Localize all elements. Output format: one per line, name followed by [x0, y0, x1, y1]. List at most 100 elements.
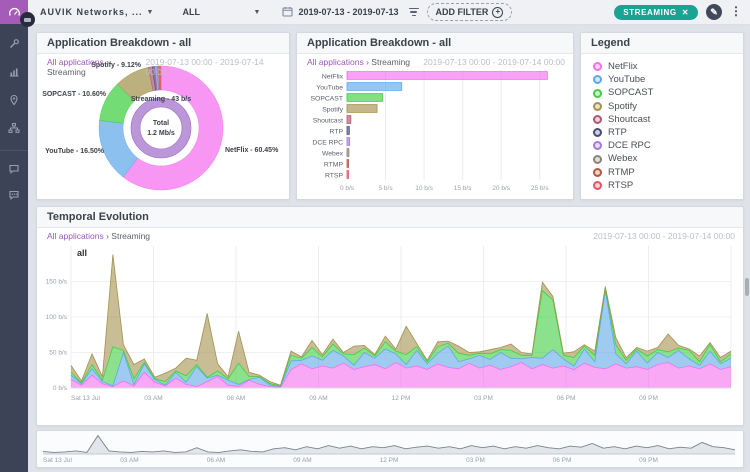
bar-chart[interactable]: 0 b/s5 b/s10 b/s15 b/s20 b/s25 b/sNetFli…: [297, 68, 571, 198]
breadcrumb-link-all-applications[interactable]: All applications: [47, 231, 104, 241]
legend-label: Shoutcast: [608, 113, 650, 126]
panel-application-breakdown-donut: Application Breakdown - all All applicat…: [36, 32, 290, 200]
legend-item-rtp[interactable]: RTP: [593, 126, 731, 139]
sidebar-item-tools[interactable]: [0, 32, 28, 56]
sidebar-collapse-button[interactable]: [20, 12, 35, 27]
legend-marker: [593, 181, 602, 190]
scrollbar-thumb[interactable]: [745, 278, 749, 296]
calendar-icon: [282, 6, 293, 19]
gauge-icon: [8, 6, 21, 19]
panel-temporal-evolution: Temporal Evolution All applications › St…: [36, 206, 744, 426]
legend-marker: [593, 141, 602, 150]
svg-text:RTP: RTP: [330, 128, 344, 135]
breadcrumb-separator: ›: [106, 231, 109, 241]
sidebar-item-reports[interactable]: [0, 60, 28, 84]
legend-item-youtube[interactable]: YouTube: [593, 73, 731, 86]
legend-marker: [593, 62, 602, 71]
panel-date-range: 2019-07-13 00:00 - 2019-07-14 00:00: [593, 231, 735, 241]
donut-slice-rtsp: [160, 66, 161, 90]
svg-text:RTMP: RTMP: [324, 161, 344, 168]
breadcrumb-current: Streaming: [111, 231, 150, 241]
collapse-icon: [24, 18, 31, 22]
chevron-down-icon: ▼: [254, 9, 261, 16]
svg-text:NetFlix: NetFlix: [322, 73, 344, 80]
chip-close-icon[interactable]: ✕: [682, 8, 689, 17]
svg-text:06 AM: 06 AM: [207, 457, 225, 464]
breadcrumb-link-all-applications[interactable]: All applications: [307, 57, 364, 67]
panel-range-selector: Sat 13 Jul03 AM06 AM09 AM12 PM03 PM06 PM…: [36, 430, 744, 468]
sidebar-item-chat[interactable]: [0, 157, 28, 181]
legend-item-rtmp[interactable]: RTMP: [593, 166, 731, 179]
bar-rtmp: [347, 160, 349, 168]
legend-marker: [593, 168, 602, 177]
legend-label: NetFlix: [608, 60, 638, 73]
edit-dashboard-button[interactable]: ✎: [706, 4, 722, 20]
sidebar-item-topology[interactable]: [0, 116, 28, 140]
svg-text:SOPCAST: SOPCAST: [311, 95, 343, 102]
panel-title: Legend: [581, 33, 743, 54]
legend-item-dce-rpc[interactable]: DCE RPC: [593, 139, 731, 152]
legend-label: RTSP: [608, 179, 633, 192]
breadcrumb: All applications › Streaming: [47, 231, 150, 241]
range-selector-chart[interactable]: Sat 13 Jul03 AM06 AM09 AM12 PM03 PM06 PM…: [37, 431, 741, 465]
panel-legend: Legend NetFlixYouTubeSOPCASTSpotifyShout…: [580, 32, 744, 200]
filter-chip-streaming[interactable]: STREAMING ✕: [614, 5, 698, 20]
bar-shoutcast: [347, 116, 351, 124]
legend-marker: [593, 115, 602, 124]
svg-text:all: all: [77, 248, 87, 258]
legend-item-netflix[interactable]: NetFlix: [593, 60, 731, 73]
sidebar-divider: [0, 150, 28, 151]
more-menu-button[interactable]: ⋮: [730, 8, 742, 15]
panel-application-breakdown-bars: Application Breakdown - all All applicat…: [296, 32, 574, 200]
svg-text:03 PM: 03 PM: [474, 395, 493, 402]
svg-text:Sat 13 Jul: Sat 13 Jul: [43, 457, 72, 464]
svg-text:50 b/s: 50 b/s: [49, 350, 67, 357]
panel-title: Application Breakdown - all: [297, 33, 573, 54]
date-range-picker[interactable]: 2019-07-13 - 2019-07-13: [282, 6, 398, 19]
svg-text:RTSP: RTSP: [325, 172, 343, 179]
svg-text:1.2 Mb/s: 1.2 Mb/s: [147, 130, 175, 137]
network-selector[interactable]: AUVIK Networks, ... ▼: [40, 7, 154, 17]
legend-list: NetFlixYouTubeSOPCASTSpotifyShoutcastRTP…: [581, 60, 743, 192]
legend-item-webex[interactable]: Webex: [593, 152, 731, 165]
legend-item-rtsp[interactable]: RTSP: [593, 179, 731, 192]
svg-text:12 PM: 12 PM: [380, 457, 399, 464]
breadcrumb-link-all-applications[interactable]: All applications: [47, 57, 104, 67]
svg-text:09 PM: 09 PM: [639, 395, 658, 402]
donut-chart[interactable]: Streaming - 43 b/sTotal1.2 Mb/sNetFlix -…: [37, 54, 287, 199]
legend-item-sopcast[interactable]: SOPCAST: [593, 86, 731, 99]
legend-label: DCE RPC: [608, 139, 651, 152]
date-range-label: 2019-07-13 - 2019-07-13: [298, 7, 398, 17]
svg-text:Streaming - 43 b/s: Streaming - 43 b/s: [131, 96, 191, 103]
bar-rtsp: [347, 171, 349, 179]
svg-text:Sat 13 Jul: Sat 13 Jul: [71, 395, 100, 402]
topbar: AUVIK Networks, ... ▼ ALL ▼ 2019-07-13 -…: [28, 0, 750, 25]
bar-youtube: [347, 83, 402, 91]
add-filter-button[interactable]: ADD FILTER +: [427, 3, 513, 21]
legend-item-shoutcast[interactable]: Shoutcast: [593, 113, 731, 126]
legend-marker: [593, 89, 602, 98]
sidebar-item-support-chat[interactable]: [0, 183, 28, 207]
bar-netflix: [347, 72, 547, 80]
breadcrumb: All applications › Streaming: [307, 57, 410, 67]
svg-text:09 PM: 09 PM: [639, 457, 658, 464]
svg-text:20 b/s: 20 b/s: [492, 185, 510, 192]
stacked-area-chart[interactable]: 0 b/s50 b/s100 b/s150 b/sSat 13 Jul03 AM…: [37, 242, 739, 422]
svg-text:NetFlix - 60.45%: NetFlix - 60.45%: [225, 147, 279, 154]
svg-text:09 AM: 09 AM: [309, 395, 327, 402]
svg-text:25 b/s: 25 b/s: [531, 185, 549, 192]
map-pin-icon: [8, 94, 20, 106]
scope-selector[interactable]: ALL ▼: [182, 7, 260, 17]
svg-text:SOPCAST - 10.60%: SOPCAST - 10.60%: [42, 91, 107, 98]
legend-label: RTP: [608, 126, 627, 139]
svg-text:06 PM: 06 PM: [557, 395, 576, 402]
sidebar-item-map[interactable]: [0, 88, 28, 112]
donut-inner-ring: [136, 103, 187, 154]
sitemap-icon: [8, 122, 20, 134]
bar-sopcast: [347, 94, 382, 102]
svg-text:10 b/s: 10 b/s: [415, 185, 433, 192]
pencil-icon: ✎: [710, 7, 718, 18]
legend-item-spotify[interactable]: Spotify: [593, 100, 731, 113]
chat-dots-icon: [8, 189, 20, 201]
filter-lines-icon[interactable]: [409, 8, 419, 17]
